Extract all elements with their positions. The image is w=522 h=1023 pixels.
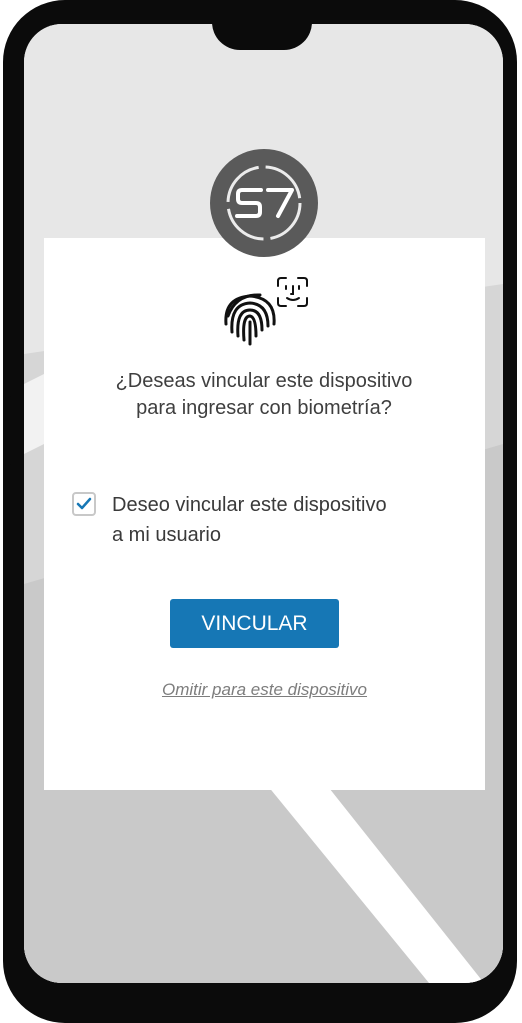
face-id-icon: [277, 277, 308, 307]
question-line-2: para ingresar con biometría?: [136, 397, 392, 419]
biometric-dialog: ¿Deseas vincular este dispositivo para i…: [44, 238, 485, 790]
phone-side-button: [509, 128, 517, 188]
link-device-checkbox[interactable]: [72, 492, 96, 516]
question-line-1: ¿Deseas vincular este dispositivo: [115, 370, 413, 392]
biometric-icons: [224, 277, 308, 346]
phone-volume-down-button: [3, 420, 11, 466]
link-device-checkbox-label: Deseo vincular este dispositivo a mi usu…: [112, 490, 472, 550]
skip-device-link[interactable]: Omitir para este dispositivo: [44, 680, 485, 700]
vincular-button[interactable]: VINCULAR: [170, 599, 339, 648]
link-device-checkbox-row[interactable]: Deseo vincular este dispositivo a mi usu…: [72, 490, 472, 554]
phone-notch: [212, 24, 312, 50]
checkbox-label-line-2: a mi usuario: [112, 524, 221, 546]
fingerprint-icon: [224, 293, 276, 346]
link-device-question: ¿Deseas vincular este dispositivo para i…: [54, 368, 474, 422]
checkmark-icon: [76, 497, 92, 510]
phone-screen: ¿Deseas vincular este dispositivo para i…: [24, 24, 503, 983]
s7-logo: [210, 149, 318, 257]
phone-frame: ¿Deseas vincular este dispositivo para i…: [3, 0, 517, 1023]
s7-logo-mark: [226, 165, 302, 241]
phone-volume-up-button: [3, 308, 11, 398]
checkbox-label-line-1: Deseo vincular este dispositivo: [112, 494, 387, 516]
